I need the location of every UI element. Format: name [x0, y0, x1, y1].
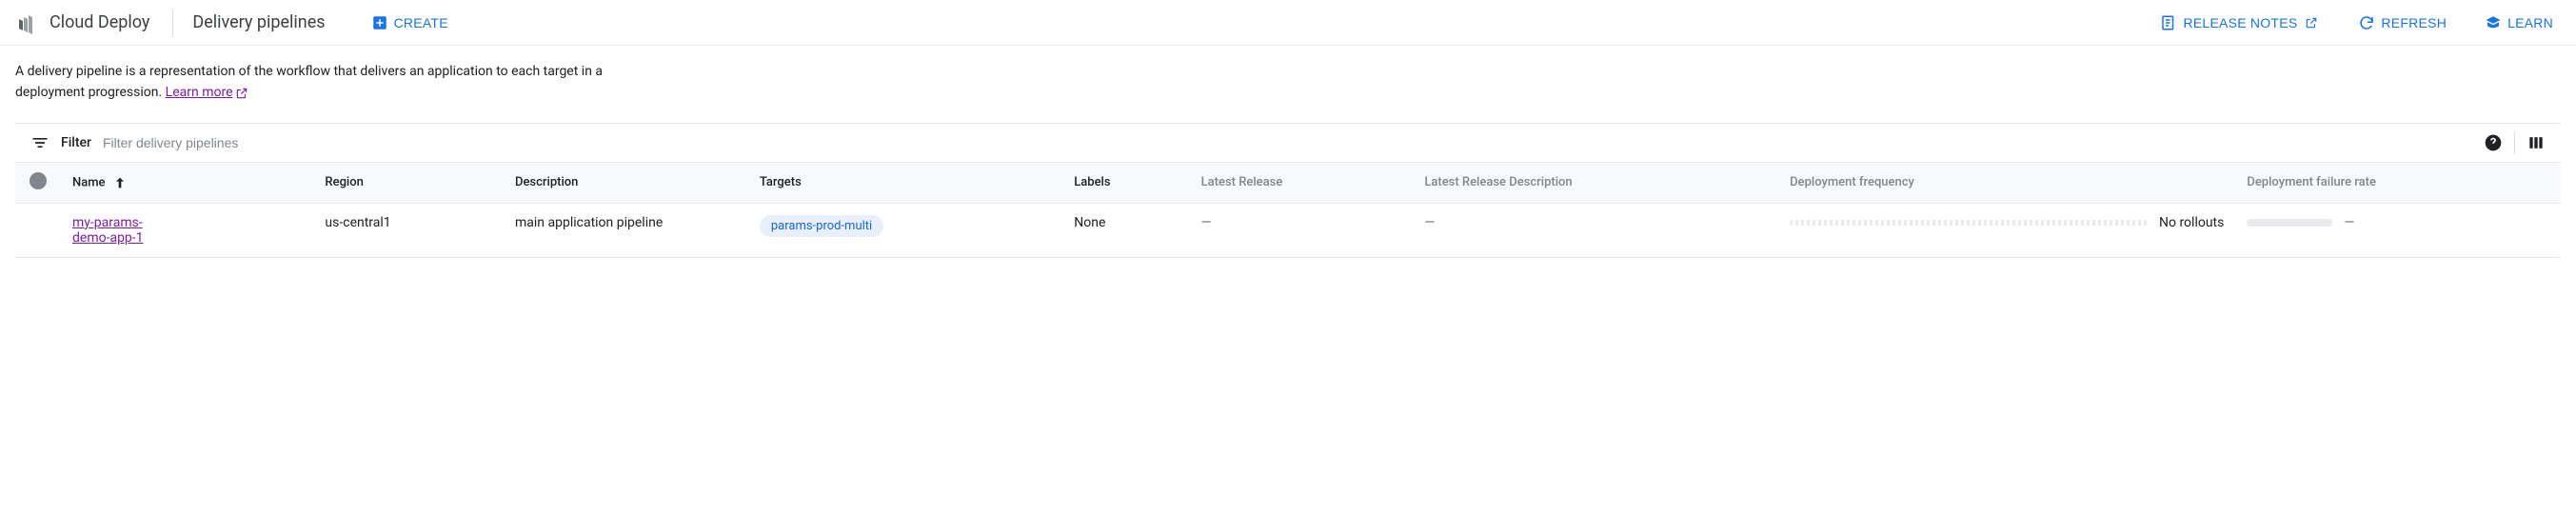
column-labels[interactable]: Labels — [1062, 162, 1189, 203]
product-name: Cloud Deploy — [50, 12, 149, 32]
column-description[interactable]: Description — [504, 162, 748, 203]
column-latest-release[interactable]: Latest Release — [1190, 162, 1414, 203]
row-select[interactable] — [15, 203, 61, 257]
sort-ascending-icon — [112, 175, 128, 190]
create-label: CREATE — [394, 15, 448, 30]
page-description: A delivery pipeline is a representation … — [15, 61, 605, 104]
filter-icon — [30, 133, 50, 152]
cell-latest-release-description: — — [1413, 203, 1778, 257]
learn-label: LEARN — [2507, 15, 2553, 30]
cell-description: main application pipeline — [504, 203, 748, 257]
pipeline-name-link[interactable]: my-params-demo-app-1 — [72, 215, 168, 246]
column-deployment-frequency[interactable]: Deployment frequency — [1778, 162, 2235, 203]
filter-input[interactable] — [103, 131, 2472, 154]
pipelines-table: Name Region Description Targets Labels L… — [15, 162, 2561, 258]
cell-name: my-params-demo-app-1 — [61, 203, 313, 257]
column-targets[interactable]: Targets — [748, 162, 1062, 203]
help-icon[interactable] — [2484, 133, 2503, 152]
frequency-sparkline — [1790, 220, 2148, 226]
release-notes-label: RELEASE NOTES — [2183, 15, 2297, 30]
release-notes-button[interactable]: RELEASE NOTES — [2152, 9, 2328, 37]
column-latest-release-description[interactable]: Latest Release Description — [1413, 162, 1778, 203]
cell-targets: params-prod-multi — [748, 203, 1062, 257]
column-deployment-failure-rate[interactable]: Deployment failure rate — [2235, 162, 2561, 203]
cell-labels: None — [1062, 203, 1189, 257]
cell-latest-release: — — [1190, 203, 1414, 257]
cell-region: us-central1 — [313, 203, 504, 257]
description-text: A delivery pipeline is a representation … — [15, 64, 603, 100]
divider — [2514, 131, 2515, 154]
cloud-deploy-logo-icon — [15, 11, 38, 34]
cell-deployment-failure-rate: — — [2235, 203, 2561, 257]
external-link-icon — [235, 87, 248, 100]
page-title: Delivery pipelines — [192, 12, 325, 32]
create-button[interactable]: CREATE — [364, 9, 456, 37]
failure-rate-bar — [2247, 219, 2332, 227]
refresh-icon — [2358, 14, 2375, 31]
plus-icon — [371, 14, 388, 31]
filter-label: Filter — [61, 135, 91, 150]
select-all-header[interactable] — [15, 162, 61, 203]
refresh-label: REFRESH — [2381, 15, 2447, 30]
external-link-icon — [2303, 14, 2320, 31]
cell-deployment-frequency: No rollouts — [1778, 203, 2235, 257]
target-chip[interactable]: params-prod-multi — [760, 215, 883, 237]
notes-icon — [2160, 14, 2177, 31]
learn-more-link[interactable]: Learn more — [166, 85, 248, 100]
refresh-button[interactable]: REFRESH — [2350, 9, 2454, 37]
column-name[interactable]: Name — [61, 162, 313, 203]
graduation-cap-icon — [2485, 14, 2502, 31]
columns-icon[interactable] — [2526, 133, 2546, 152]
frequency-label: No rollouts — [2159, 215, 2224, 230]
learn-button[interactable]: LEARN — [2477, 9, 2561, 37]
column-region[interactable]: Region — [313, 162, 504, 203]
table-row: my-params-demo-app-1 us-central1 main ap… — [15, 203, 2561, 257]
divider — [172, 10, 173, 36]
